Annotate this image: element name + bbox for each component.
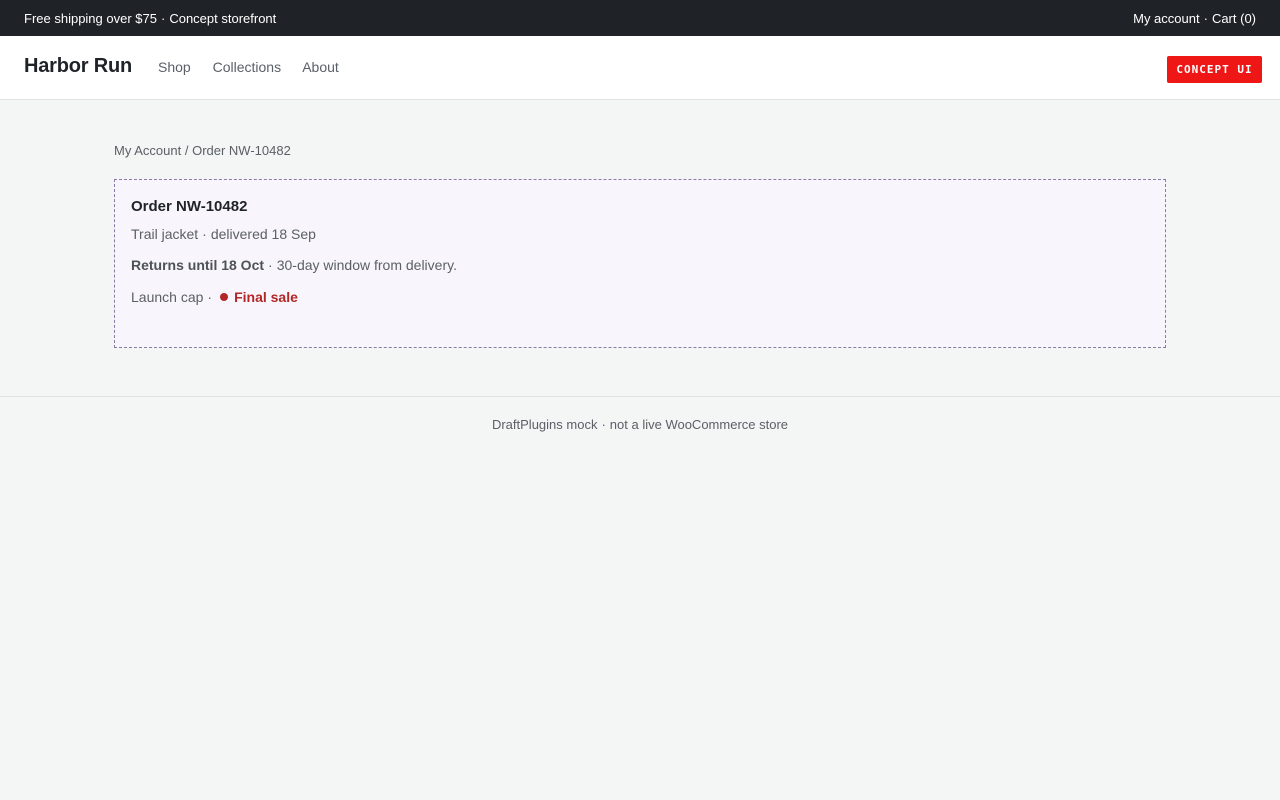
- final-sale-dot-icon: [220, 293, 229, 301]
- returns-note: 30-day window from delivery.: [276, 257, 457, 273]
- promo-text-group: Free shipping over $75 · Concept storefron…: [24, 11, 276, 26]
- order-item-trail-jacket: Trail jacket · delivered 18 Sep: [131, 226, 316, 242]
- account-links: My account · Cart (0): [1133, 11, 1256, 26]
- footer-disclaimer: not a live WooCommerce store: [609, 417, 789, 432]
- main-nav: Shop Collections About: [158, 59, 357, 75]
- site-header: Harbor Run Shop Collections About CONCEP…: [0, 36, 1280, 100]
- separator: ·: [160, 10, 166, 26]
- concept-ui-badge: CONCEPT UI: [1167, 56, 1262, 83]
- final-sale-badge: Final sale: [234, 289, 298, 305]
- top-announcement-bar: Free shipping over $75 · Concept storefron…: [0, 0, 1280, 36]
- nav-collections[interactable]: Collections: [213, 59, 281, 75]
- storefront-tagline: Concept storefront: [169, 10, 277, 26]
- order-item-launch-cap: Launch cap · Final sale: [131, 289, 298, 305]
- returns-deadline: Returns until 18 Oct: [131, 257, 265, 273]
- separator: ·: [207, 289, 213, 305]
- footer-mock-label: DraftPlugins mock: [491, 417, 598, 432]
- order-title: Order NW-10482: [131, 198, 248, 215]
- my-account-link[interactable]: My account: [1133, 11, 1199, 26]
- nav-about[interactable]: About: [302, 59, 339, 75]
- returns-window: Returns until 18 Oct · 30-day window from …: [131, 257, 457, 273]
- separator: ·: [601, 417, 606, 432]
- cart-link[interactable]: Cart (0): [1212, 11, 1256, 26]
- breadcrumb-my-account[interactable]: My Account: [114, 143, 181, 158]
- separator: ·: [1203, 10, 1208, 26]
- site-footer: DraftPlugins mock · not a live WooCommerce…: [0, 396, 1280, 432]
- breadcrumb: My Account / Order NW-10482: [114, 143, 291, 158]
- item-name: Trail jacket: [131, 226, 199, 242]
- separator: ·: [268, 257, 273, 273]
- order-card: Order NW-10482 Trail jacket · delivered 18…: [114, 179, 1166, 348]
- item-name: Launch cap: [131, 289, 204, 305]
- breadcrumb-divider: /: [184, 143, 189, 158]
- shipping-promo: Free shipping over $75: [24, 10, 157, 26]
- nav-shop[interactable]: Shop: [158, 59, 191, 75]
- delivery-status: delivered 18 Sep: [210, 226, 316, 242]
- separator: ·: [202, 226, 207, 242]
- brand-logo[interactable]: Harbor Run: [24, 55, 132, 78]
- breadcrumb-current: Order NW-10482: [192, 143, 291, 158]
